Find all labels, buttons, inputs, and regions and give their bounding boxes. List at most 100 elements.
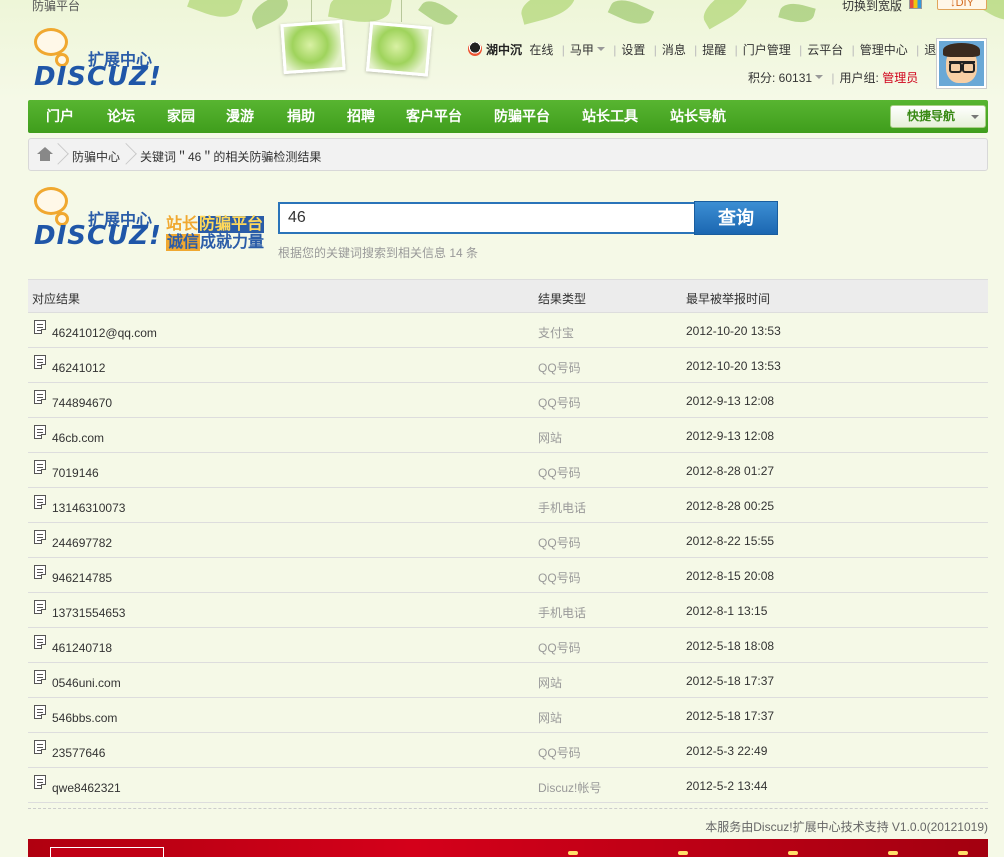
result-value: 546bbs.com	[52, 711, 118, 725]
document-icon	[34, 320, 46, 334]
table-row: 46cb.com 网站 2012-9-13 12:08	[28, 418, 988, 453]
result-type: 手机电话	[538, 501, 587, 515]
nav-item-home[interactable]: 家园	[167, 100, 195, 133]
column-header-type: 结果类型	[538, 292, 587, 306]
portal-admin-link[interactable]: 门户管理	[743, 41, 791, 58]
search-button[interactable]: 查询	[694, 201, 778, 235]
user-group-value[interactable]: 管理员	[882, 71, 918, 85]
search-summary: 根据您的关键词搜索到相关信息 14 条	[278, 246, 479, 260]
result-time: 2012-8-28 00:25	[686, 499, 775, 513]
results-table: 对应结果 结果类型 最早被举报时间 46241012@qq.com 支付宝 2012…	[28, 279, 988, 803]
search-input[interactable]: 46	[278, 202, 694, 234]
search-tagline: 站长防骗平台 诚信成就力量	[166, 216, 265, 252]
document-icon	[34, 530, 46, 544]
logo-title-en: DISCUZ!	[34, 62, 162, 92]
table-row: 46241012 QQ号码 2012-10-20 13:53	[28, 348, 988, 383]
document-icon	[34, 565, 46, 579]
nav-item-client-platform[interactable]: 客户平台	[406, 100, 462, 133]
result-time: 2012-8-22 15:55	[686, 534, 775, 548]
diy-button[interactable]: ↓DIY	[937, 0, 987, 10]
cloud-platform-link[interactable]: 云平台	[807, 41, 843, 58]
result-type: 网站	[538, 711, 563, 725]
online-status[interactable]: 在线	[529, 41, 553, 58]
breadcrumb: 防骗中心 关键词＂46＂的相关防骗检测结果	[28, 138, 988, 171]
top-fraud-platform-link[interactable]: 防骗平台	[32, 0, 80, 14]
result-value: 46cb.com	[52, 431, 105, 445]
table-row: 7019146 QQ号码 2012-8-28 01:27	[28, 453, 988, 488]
document-icon	[34, 355, 46, 369]
hanging-photo	[280, 19, 346, 75]
result-type: QQ号码	[538, 466, 581, 480]
result-value: 946214785	[52, 571, 113, 585]
quick-nav-button[interactable]: 快捷导航	[890, 105, 986, 128]
result-value: 244697782	[52, 536, 113, 550]
document-icon	[34, 495, 46, 509]
result-time: 2012-9-13 12:08	[686, 394, 775, 408]
result-type: 手机电话	[538, 606, 587, 620]
admin-center-link[interactable]: 管理中心	[860, 41, 908, 58]
username-link[interactable]: 湖中沉	[486, 41, 522, 58]
result-time: 2012-5-18 17:37	[686, 674, 775, 688]
result-value: 744894670	[52, 396, 113, 410]
breadcrumb-current: 关键词＂46＂的相关防骗检测结果	[140, 150, 322, 164]
switch-width-link[interactable]: 切换到宽版	[842, 0, 902, 14]
result-time: 2012-10-20 13:53	[686, 324, 781, 338]
result-type: 网站	[538, 431, 563, 445]
document-icon	[34, 775, 46, 789]
result-value: 46241012	[52, 361, 106, 375]
notifications-link[interactable]: 提醒	[702, 41, 726, 58]
avatar[interactable]	[936, 38, 987, 89]
result-time: 2012-10-20 13:53	[686, 359, 781, 373]
table-row: 13146310073 手机电话 2012-8-28 00:25	[28, 488, 988, 523]
nav-item-roam[interactable]: 漫游	[226, 100, 254, 133]
result-value: 46241012@qq.com	[52, 326, 157, 340]
result-type: QQ号码	[538, 571, 581, 585]
result-value: 13146310073	[52, 501, 126, 515]
points-menu[interactable]: 积分: 60131	[748, 71, 812, 85]
document-icon	[34, 705, 46, 719]
table-row: 946214785 QQ号码 2012-8-15 20:08	[28, 558, 988, 593]
search-logo-bubble-icon	[34, 187, 69, 226]
result-value: 461240718	[52, 641, 113, 655]
result-time: 2012-8-1 13:15	[686, 604, 768, 618]
logo-bubble-icon	[34, 28, 69, 67]
result-time: 2012-9-13 12:08	[686, 429, 775, 443]
vest-menu[interactable]: 马甲	[570, 41, 594, 58]
document-icon	[34, 740, 46, 754]
result-value: 7019146	[52, 466, 99, 480]
messages-link[interactable]: 消息	[662, 41, 686, 58]
result-type: QQ号码	[538, 536, 581, 550]
tagline-webmaster: 站长	[166, 216, 199, 233]
breadcrumb-anti-fraud-center[interactable]: 防骗中心	[72, 148, 120, 165]
nav-item-jobs[interactable]: 招聘	[347, 100, 375, 133]
result-time: 2012-5-18 17:37	[686, 709, 775, 723]
site-logo[interactable]: 扩展中心 DISCUZ!	[34, 28, 164, 94]
tagline-power: 成就力量	[200, 234, 265, 251]
table-row: qwe8462321 Discuz!帐号 2012-5-2 13:44	[28, 768, 988, 803]
column-header-time: 最早被举报时间	[686, 292, 771, 306]
table-row: 13731554653 手机电话 2012-8-1 13:15	[28, 593, 988, 628]
divider	[28, 808, 988, 809]
nav-item-anti-fraud[interactable]: 防骗平台	[494, 100, 550, 133]
document-icon	[34, 600, 46, 614]
hanging-photo	[365, 21, 433, 77]
result-type: Discuz!帐号	[538, 781, 602, 795]
result-time: 2012-5-18 18:08	[686, 639, 775, 653]
bottom-banner[interactable]	[28, 839, 988, 857]
result-time: 2012-8-15 20:08	[686, 569, 775, 583]
result-time: 2012-5-3 22:49	[686, 744, 768, 758]
diy-label: DIY	[955, 0, 974, 9]
nav-item-donate[interactable]: 捐助	[287, 100, 315, 133]
nav-item-webmaster-nav[interactable]: 站长导航	[670, 100, 726, 133]
document-icon	[34, 460, 46, 474]
search-logo: 扩展中心 DISCUZ!	[34, 187, 164, 253]
search-logo-title-en: DISCUZ!	[34, 221, 162, 251]
nav-item-forum[interactable]: 论坛	[107, 100, 135, 133]
table-row: 244697782 QQ号码 2012-8-22 15:55	[28, 523, 988, 558]
result-type: QQ号码	[538, 746, 581, 760]
nav-item-webmaster-tools[interactable]: 站长工具	[582, 100, 638, 133]
settings-link[interactable]: 设置	[621, 41, 645, 58]
nav-item-portal[interactable]: 门户	[46, 100, 74, 133]
user-toolbar: 湖中沉 在线 | 马甲 | 设置 | 消息 | 提醒 | 门户管理 | 云平台 | 管理中心 …	[468, 41, 948, 57]
palette-icon[interactable]	[909, 0, 922, 9]
